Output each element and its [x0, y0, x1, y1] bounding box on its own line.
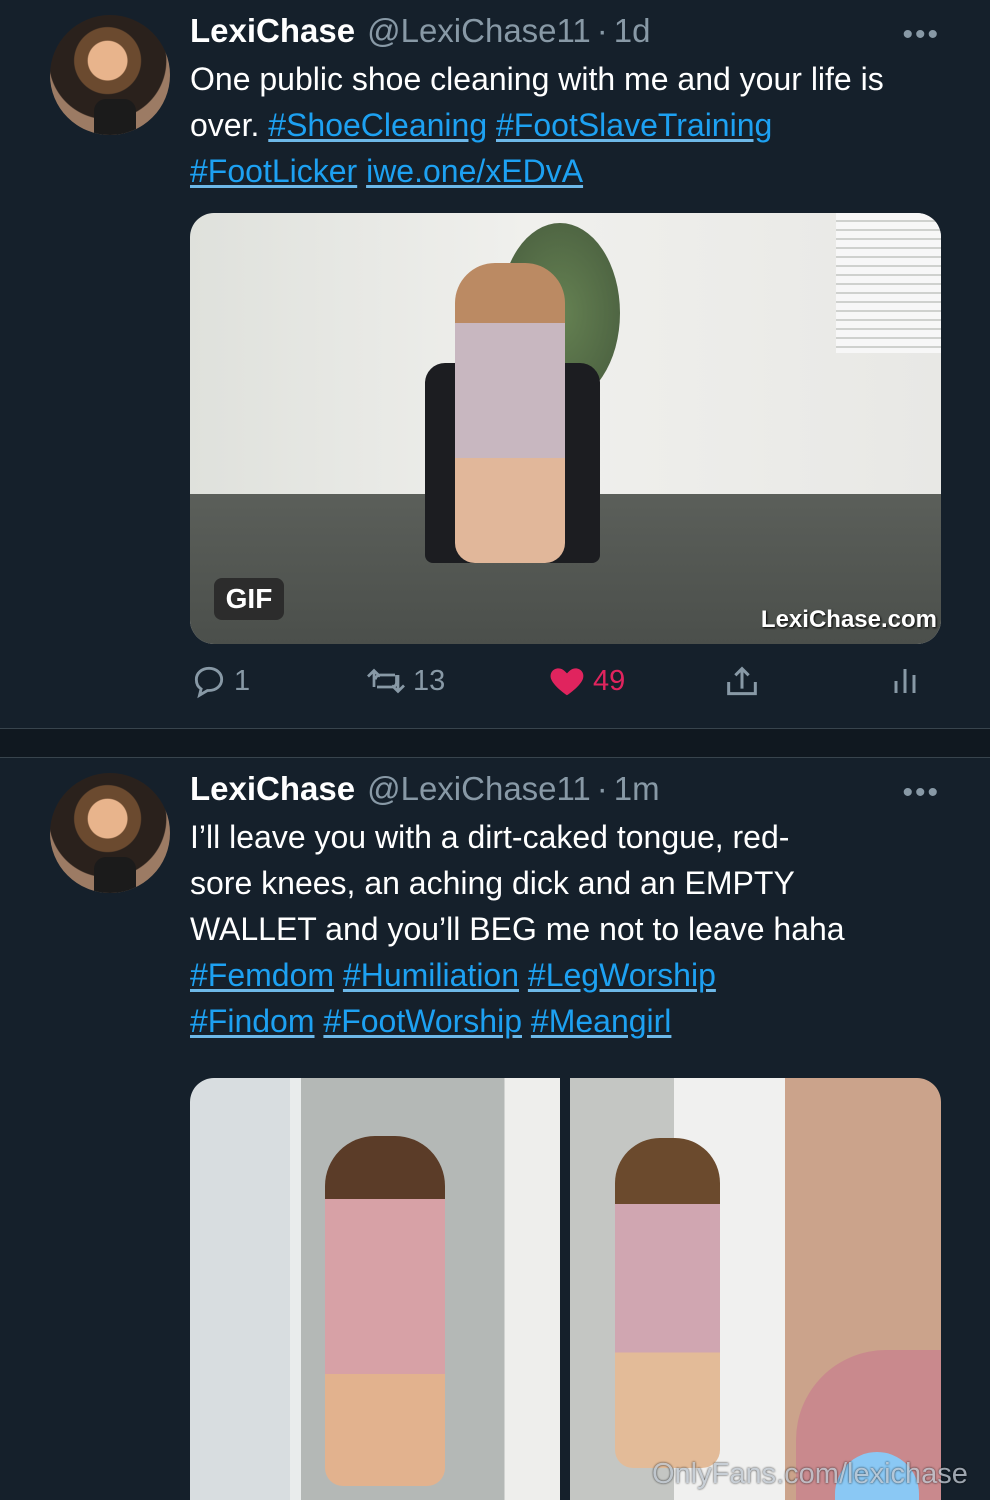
- hashtag-link[interactable]: #FootSlaveTraining: [496, 107, 772, 143]
- tweet-time[interactable]: 1m: [614, 770, 660, 808]
- hashtag-link[interactable]: #FootWorship: [323, 1003, 522, 1039]
- tweet-header: LexiChase @LexiChase11 · 1d: [190, 12, 651, 52]
- tweet-time[interactable]: 1d: [614, 12, 651, 50]
- photo-gallery[interactable]: [190, 1078, 941, 1500]
- display-name[interactable]: LexiChase: [190, 12, 355, 50]
- tweet-text: One public shoe cleaning with me and you…: [190, 56, 950, 194]
- hashtag-link[interactable]: #ShoeCleaning: [268, 107, 487, 143]
- hashtag-link[interactable]: #Findom: [190, 1003, 315, 1039]
- gif-badge: GIF: [214, 578, 284, 620]
- profile-avatar[interactable]: [50, 15, 170, 135]
- hashtag-link[interactable]: #LegWorship: [528, 957, 716, 993]
- retweet-button[interactable]: 13: [365, 662, 445, 700]
- more-options-icon[interactable]: •••: [902, 776, 940, 810]
- photo-1[interactable]: [190, 1078, 560, 1500]
- media-watermark: LexiChase.com: [760, 606, 937, 633]
- gif-media[interactable]: GIF LexiChase.com: [190, 213, 941, 644]
- hashtag-link[interactable]: #Femdom: [190, 957, 334, 993]
- analytics-icon: [894, 669, 916, 693]
- tweet-body-text-line-2: sore knees, an aching dick and an EMPTY: [190, 865, 795, 901]
- more-options-icon[interactable]: •••: [902, 18, 940, 52]
- username[interactable]: @LexiChase11: [367, 12, 591, 50]
- tweet-separator: [0, 728, 990, 758]
- like-button[interactable]: 49: [547, 662, 625, 700]
- share-icon: [727, 666, 757, 696]
- tweet-1[interactable]: LexiChase @LexiChase11 · 1d ••• One publ…: [0, 0, 990, 728]
- hashtag-link[interactable]: #FootLicker: [190, 153, 357, 189]
- retweet-icon: [367, 668, 405, 694]
- window-blinds-image: [836, 213, 941, 353]
- display-name[interactable]: LexiChase: [190, 770, 355, 808]
- profile-avatar[interactable]: [50, 773, 170, 893]
- tweet-body-text-line-1: I’ll leave you with a dirt-caked tongue,…: [190, 819, 790, 855]
- tweet-header: LexiChase @LexiChase11 · 1m: [190, 770, 660, 810]
- time-separator: ·: [596, 770, 608, 807]
- heart-icon: [550, 668, 584, 696]
- overlay-watermark: OnlyFans.com/lexichase: [652, 1458, 968, 1490]
- tweet-2[interactable]: LexiChase @LexiChase11 · 1m ••• I’ll lea…: [0, 758, 990, 1500]
- hashtag-link[interactable]: #Meangirl: [531, 1003, 672, 1039]
- person-image: [455, 263, 565, 563]
- person-image: [615, 1138, 720, 1468]
- retweet-count: 13: [413, 664, 446, 697]
- time-separator: ·: [596, 12, 608, 49]
- photo-2[interactable]: [570, 1078, 941, 1500]
- analytics-button[interactable]: [890, 662, 926, 700]
- like-count: 49: [593, 664, 626, 697]
- reply-icon: [194, 666, 224, 699]
- person-image: [325, 1136, 445, 1486]
- tweet-text: I’ll leave you with a dirt-caked tongue,…: [190, 814, 950, 1044]
- reply-count: 1: [234, 664, 251, 697]
- share-button[interactable]: [722, 662, 768, 702]
- username[interactable]: @LexiChase11: [367, 770, 591, 808]
- external-link[interactable]: iwe.one/xEDvA: [366, 153, 583, 189]
- reply-button[interactable]: 1: [190, 662, 250, 700]
- tweet-actions: 1 13 49: [190, 662, 950, 708]
- tweet-body-text-line-3: WALLET and you’ll BEG me not to leave ha…: [190, 911, 845, 947]
- hashtag-link[interactable]: #Humiliation: [343, 957, 519, 993]
